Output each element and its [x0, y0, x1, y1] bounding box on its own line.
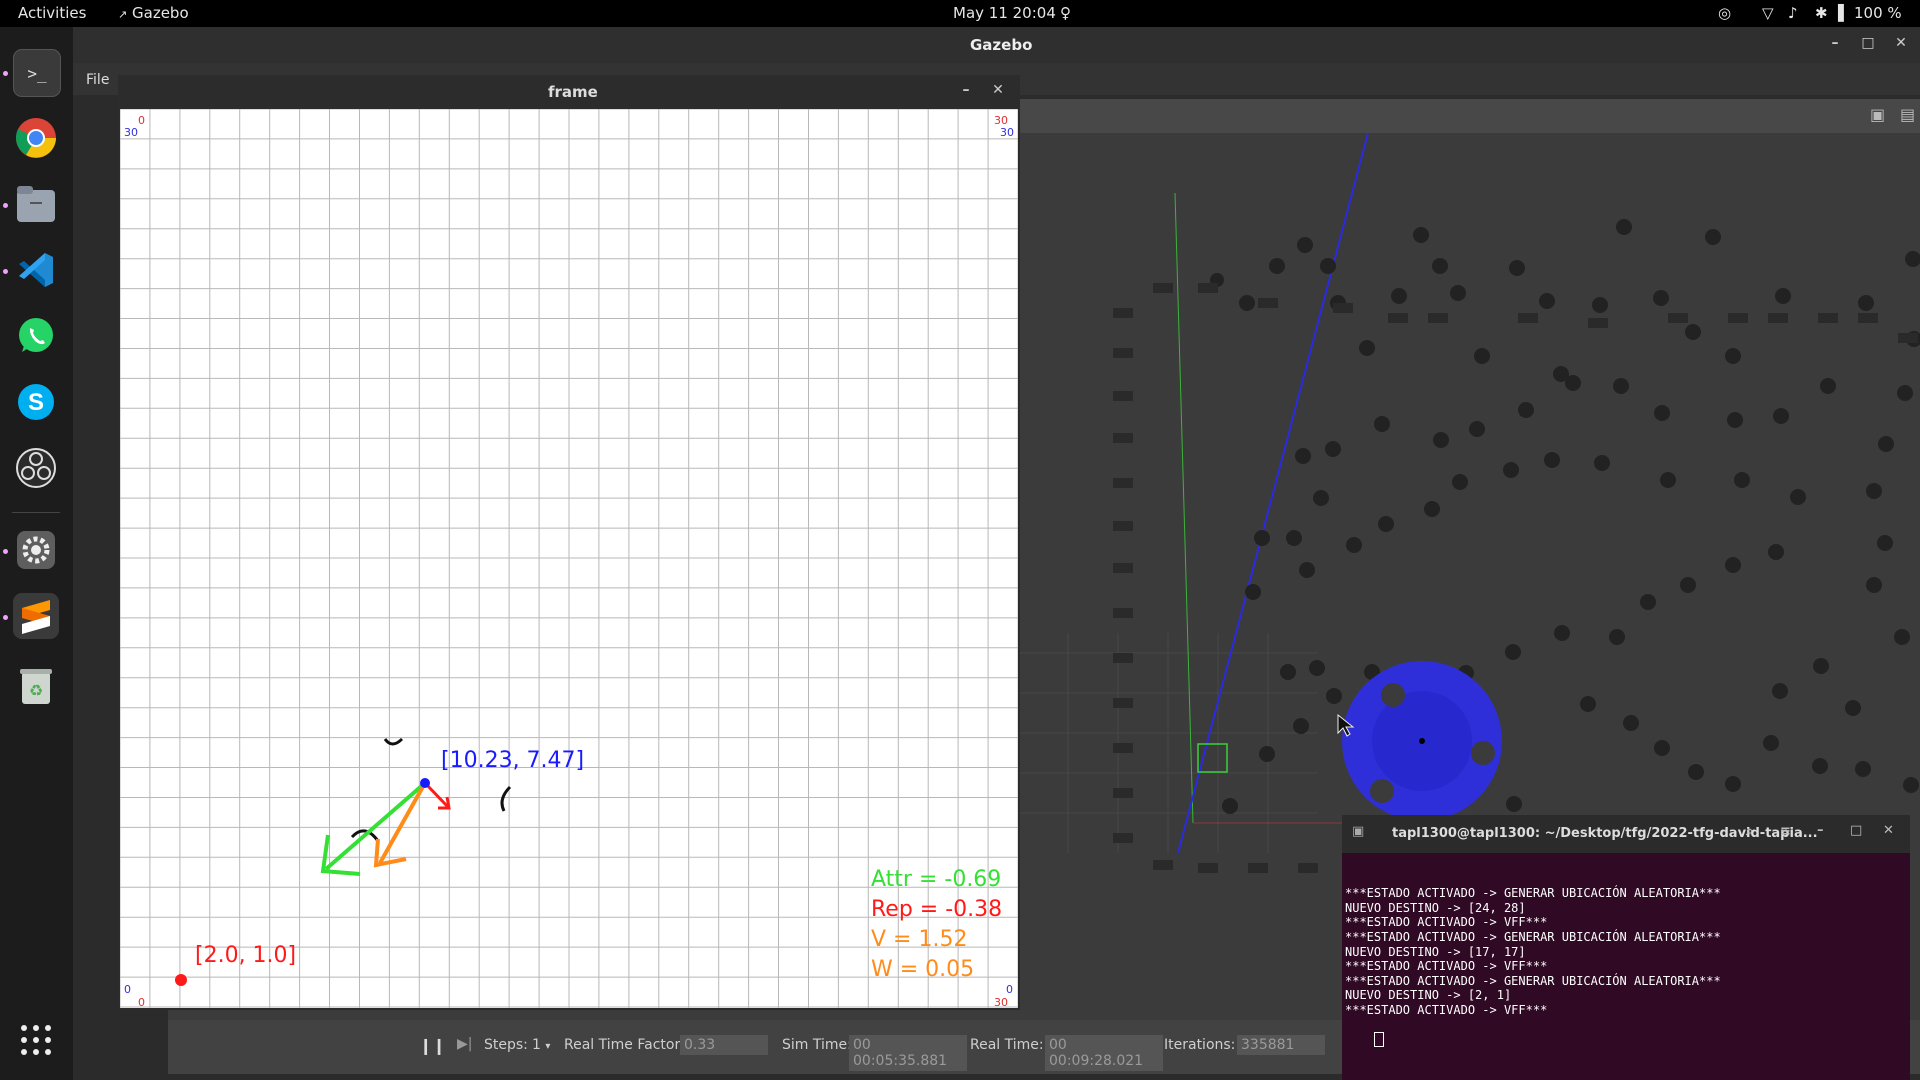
rtf-field: 0.33	[680, 1035, 768, 1055]
step-icon[interactable]: ▶|	[457, 1036, 472, 1052]
volume-icon[interactable]: ♪	[1788, 4, 1798, 22]
app-menu[interactable]: ↗ Gazebo	[118, 4, 189, 22]
whatsapp-icon[interactable]	[13, 313, 59, 359]
attr-value-label: Attr = -0.69	[871, 867, 1001, 892]
new-tab-icon[interactable]: ▣	[1352, 824, 1364, 839]
terminal-window[interactable]: ▣ tapl1300@tapl1300: ~/Desktop/tfg/2022-…	[1342, 815, 1910, 1080]
search-icon[interactable]: ⌕	[1746, 824, 1753, 839]
angular-velocity-label: W = 0.05	[871, 957, 974, 982]
terminal-line: ***ESTADO ACTIVADO -> VFF***	[1345, 1002, 1548, 1017]
chevron-down-icon: ▾	[545, 1041, 551, 1052]
minimize-button[interactable]: –	[1825, 35, 1845, 51]
terminal-output[interactable]: ***ESTADO ACTIVADO -> GENERAR UBICACIÓN …	[1345, 857, 1905, 1065]
wifi-icon[interactable]: ▽	[1762, 4, 1774, 22]
bluetooth-icon[interactable]: ✱	[1815, 4, 1828, 22]
robot-position-label: [10.23, 7.47]	[441, 748, 584, 773]
maximize-button[interactable]: □	[1850, 823, 1862, 838]
maximize-button[interactable]: □	[1858, 35, 1878, 51]
dock: >_ S ♻	[0, 27, 73, 1080]
sublime-icon[interactable]	[13, 593, 59, 639]
rep-value-label: Rep = -0.38	[871, 897, 1002, 922]
steps-label: Steps:	[484, 1037, 528, 1053]
notification-icon: ♀	[1060, 4, 1071, 22]
close-button[interactable]: ✕	[1883, 823, 1894, 838]
corner-label: 0	[1006, 983, 1013, 996]
terminal-line: ***ESTADO ACTIVADO -> VFF***	[1345, 915, 1548, 930]
corner-label: 0	[138, 114, 145, 127]
running-indicator	[3, 269, 8, 274]
resultant-force-vector	[378, 782, 427, 864]
battery-icon[interactable]: ▌	[1838, 4, 1850, 22]
running-indicator	[3, 71, 8, 76]
close-button[interactable]: ✕	[990, 82, 1006, 98]
corner-label: 30	[124, 126, 138, 139]
frame-window: frame – ✕ 0 30 30 30 0 0 0 30 [10.23, 7.…	[118, 75, 1020, 1010]
steps-spinner[interactable]: 1 ▾	[532, 1037, 550, 1053]
top-bar: Activities ↗ Gazebo May 11 20:04 ♀ ◎ ▽ ♪…	[0, 0, 1920, 27]
iterations-field: 335881	[1237, 1035, 1325, 1055]
obs-icon[interactable]	[13, 445, 59, 491]
screenshot-icon[interactable]: ▣	[1870, 105, 1892, 125]
terminal-line: ***ESTADO ACTIVADO -> VFF***	[1345, 959, 1548, 974]
frame-title: frame	[548, 83, 598, 101]
terminal-line: NUEVO DESTINO -> [17, 17]	[1345, 944, 1526, 959]
skype-icon[interactable]: S	[13, 379, 59, 425]
corner-label: 0	[124, 983, 131, 996]
svg-text:S: S	[28, 389, 44, 416]
goal-point-dot	[175, 974, 187, 986]
terminal-title-bar[interactable]: ▣ tapl1300@tapl1300: ~/Desktop/tfg/2022-…	[1342, 815, 1910, 853]
corner-label: 30	[994, 996, 1008, 1008]
settings-icon[interactable]	[13, 527, 59, 573]
sim-time-field: 00 00:05:35.881	[849, 1035, 967, 1071]
obstacle-arc	[383, 737, 404, 746]
minimize-button[interactable]: –	[958, 82, 974, 98]
goal-position-label: [2.0, 1.0]	[195, 943, 296, 968]
terminal-line: ***ESTADO ACTIVADO -> GENERAR UBICACIÓN …	[1345, 886, 1721, 901]
terminal-line: NUEVO DESTINO -> [2, 1]	[1345, 988, 1512, 1003]
terminal-line: ***ESTADO ACTIVADO -> GENERAR UBICACIÓN …	[1345, 929, 1721, 944]
menu-file[interactable]: File	[86, 72, 109, 88]
terminal-line: ***ESTADO ACTIVADO -> GENERAR UBICACIÓN …	[1345, 973, 1721, 988]
chrome-icon[interactable]	[13, 115, 59, 161]
running-indicator	[3, 203, 8, 208]
laser-scan-disc	[1342, 661, 1502, 821]
linear-velocity-label: V = 1.52	[871, 927, 967, 952]
sim-time-label: Sim Time:	[782, 1037, 852, 1053]
steps-value: 1	[532, 1037, 541, 1053]
terminal-title: tapl1300@tapl1300: ~/Desktop/tfg/2022-tf…	[1392, 826, 1818, 841]
clock[interactable]: May 11 20:04	[953, 4, 1056, 22]
running-indicator	[3, 615, 8, 620]
battery-percent: 100 %	[1854, 4, 1902, 22]
svg-text:♻: ♻	[29, 681, 43, 700]
terminal-cursor	[1373, 1032, 1384, 1048]
minimize-button[interactable]: –	[1817, 823, 1824, 838]
rtf-label: Real Time Factor:	[564, 1037, 685, 1053]
close-button[interactable]: ✕	[1891, 35, 1911, 51]
vscode-icon[interactable]	[13, 247, 59, 293]
real-time-field: 00 00:09:28.021	[1045, 1035, 1163, 1071]
frame-title-bar[interactable]: frame – ✕	[118, 75, 1020, 109]
vff-map-canvas: 0 30 30 30 0 0 0 30 [10.23, 7.47] [2.0, …	[119, 108, 1019, 1009]
app-name: Gazebo	[132, 4, 189, 22]
gazebo-app-icon: ↗	[118, 8, 128, 21]
app-grid-icon[interactable]	[13, 1017, 59, 1063]
ubuntu-pro-icon[interactable]: ◎	[1718, 4, 1731, 22]
iterations-label: Iterations:	[1164, 1037, 1236, 1053]
robot-position-dot	[420, 778, 430, 788]
terminal-line: NUEVO DESTINO -> [24, 28]	[1345, 900, 1526, 915]
menu-icon[interactable]: ≡	[1780, 824, 1791, 839]
window-title: Gazebo	[970, 36, 1033, 54]
files-icon[interactable]	[13, 181, 59, 227]
terminal-icon[interactable]: >_	[13, 49, 61, 97]
corner-label: 0	[138, 996, 145, 1008]
pause-icon[interactable]: ❙❙	[419, 1036, 446, 1055]
log-icon[interactable]: ▤	[1900, 105, 1920, 125]
running-indicator	[3, 549, 8, 554]
real-time-label: Real Time:	[970, 1037, 1044, 1053]
activities-button[interactable]: Activities	[18, 4, 86, 22]
corner-label: 30	[1000, 126, 1014, 139]
dock-separator	[12, 512, 60, 513]
gazebo-title-bar[interactable]: Gazebo – □ ✕	[73, 27, 1920, 63]
trash-icon[interactable]: ♻	[13, 663, 59, 709]
